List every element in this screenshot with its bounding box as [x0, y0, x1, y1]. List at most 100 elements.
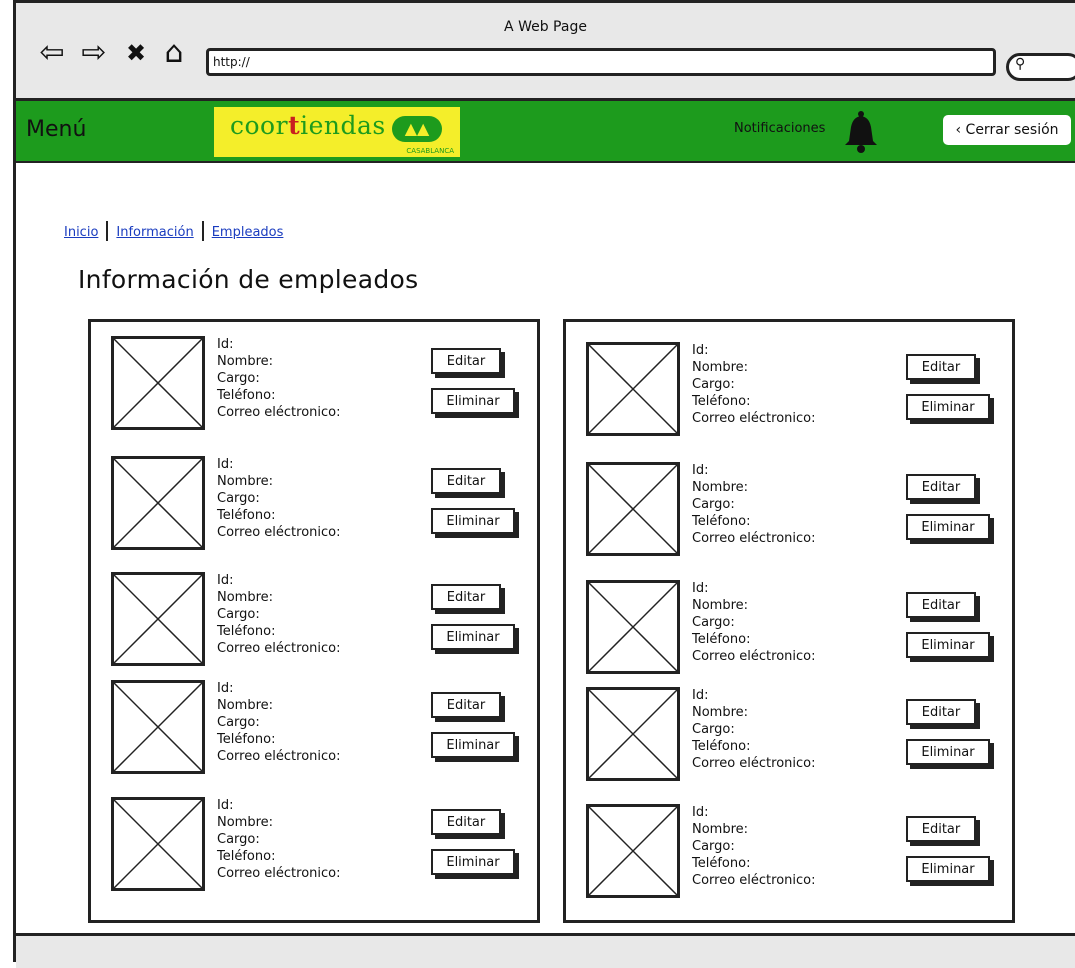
edit-button[interactable]: Editar: [906, 699, 976, 725]
menu-button[interactable]: Menú: [26, 117, 86, 142]
employee-info: Id: Nombre: Cargo: Teléfono: Correo eléc…: [692, 804, 816, 889]
field-role-label: Cargo:: [217, 371, 260, 386]
arrow-left-icon[interactable]: ⇦: [36, 37, 68, 69]
breadcrumb-informacion[interactable]: Información: [116, 225, 193, 240]
field-role-label: Cargo:: [692, 615, 735, 630]
edit-button[interactable]: Editar: [431, 809, 501, 835]
photo-placeholder: [586, 687, 680, 781]
window-title: A Web Page: [504, 19, 587, 35]
field-name-label: Nombre:: [692, 822, 749, 837]
field-email-label: Correo eléctronico:: [217, 405, 341, 420]
field-name-label: Nombre:: [692, 480, 749, 495]
field-email-label: Correo eléctronico:: [217, 866, 341, 881]
field-name-label: Nombre:: [692, 360, 749, 375]
delete-button[interactable]: Eliminar: [431, 849, 515, 875]
field-email-label: Correo eléctronico:: [692, 756, 816, 771]
field-email-label: Correo eléctronico:: [692, 531, 816, 546]
field-email-label: Correo eléctronico:: [217, 749, 341, 764]
employee-info: Id: Nombre: Cargo: Teléfono: Correo eléc…: [692, 580, 816, 665]
field-phone-label: Teléfono:: [217, 624, 276, 639]
browser-statusbar: [16, 933, 1075, 968]
tree-icon: ▲▲: [392, 116, 442, 142]
page-title: Información de empleados: [78, 265, 419, 294]
photo-placeholder: [586, 342, 680, 436]
url-input[interactable]: http://: [206, 48, 996, 76]
employee-info: Id: Nombre: Cargo: Teléfono: Correo eléc…: [217, 456, 341, 541]
field-phone-label: Teléfono:: [692, 856, 751, 871]
employee-info: Id: Nombre: Cargo: Teléfono: Correo eléc…: [692, 687, 816, 772]
bell-icon[interactable]: [841, 109, 881, 153]
field-phone-label: Teléfono:: [692, 514, 751, 529]
delete-button[interactable]: Eliminar: [431, 508, 515, 534]
delete-button[interactable]: Eliminar: [906, 394, 990, 420]
photo-placeholder: [586, 580, 680, 674]
field-name-label: Nombre:: [217, 590, 274, 605]
employee-info: Id: Nombre: Cargo: Teléfono: Correo eléc…: [217, 572, 341, 657]
field-id-label: Id:: [692, 463, 709, 478]
logo-subtext: CASABLANCA: [406, 147, 454, 155]
browser-search-input[interactable]: ⚲: [1006, 53, 1075, 81]
breadcrumb-inicio[interactable]: Inicio: [64, 225, 98, 240]
field-id-label: Id:: [217, 457, 234, 472]
field-role-label: Cargo:: [217, 491, 260, 506]
notifications-label[interactable]: Notificaciones: [734, 121, 825, 136]
field-id-label: Id:: [217, 337, 234, 352]
delete-button[interactable]: Eliminar: [906, 856, 990, 882]
arrow-right-icon[interactable]: ⇨: [78, 37, 110, 69]
field-role-label: Cargo:: [217, 607, 260, 622]
photo-placeholder: [111, 797, 205, 891]
field-name-label: Nombre:: [692, 705, 749, 720]
delete-button[interactable]: Eliminar: [431, 624, 515, 650]
field-email-label: Correo eléctronico:: [692, 873, 816, 888]
field-email-label: Correo eléctronico:: [692, 411, 816, 426]
edit-button[interactable]: Editar: [431, 348, 501, 374]
employee-info: Id: Nombre: Cargo: Teléfono: Correo eléc…: [217, 797, 341, 882]
field-role-label: Cargo:: [692, 722, 735, 737]
close-icon[interactable]: ✖: [120, 37, 152, 69]
field-phone-label: Teléfono:: [692, 739, 751, 754]
delete-button[interactable]: Eliminar: [906, 514, 990, 540]
field-name-label: Nombre:: [217, 474, 274, 489]
field-email-label: Correo eléctronico:: [217, 525, 341, 540]
field-id-label: Id:: [217, 573, 234, 588]
photo-placeholder: [111, 680, 205, 774]
brand-logo[interactable]: coortiendas ▲▲ CASABLANCA: [214, 107, 460, 157]
edit-button[interactable]: Editar: [906, 816, 976, 842]
logout-button[interactable]: ‹ Cerrar sesión: [943, 115, 1071, 145]
field-name-label: Nombre:: [217, 698, 274, 713]
field-email-label: Correo eléctronico:: [692, 649, 816, 664]
top-navbar: Menú coortiendas ▲▲ CASABLANCA Notificac…: [16, 101, 1075, 163]
field-id-label: Id:: [217, 798, 234, 813]
delete-button[interactable]: Eliminar: [906, 632, 990, 658]
home-icon[interactable]: ⌂: [158, 37, 190, 69]
employee-info: Id: Nombre: Cargo: Teléfono: Correo eléc…: [692, 462, 816, 547]
field-role-label: Cargo:: [217, 832, 260, 847]
edit-button[interactable]: Editar: [431, 468, 501, 494]
breadcrumb: Inicio Información Empleados: [64, 221, 283, 241]
edit-button[interactable]: Editar: [906, 354, 976, 380]
photo-placeholder: [111, 336, 205, 430]
field-id-label: Id:: [692, 805, 709, 820]
field-email-label: Correo eléctronico:: [217, 641, 341, 656]
photo-placeholder: [586, 804, 680, 898]
edit-button[interactable]: Editar: [906, 592, 976, 618]
delete-button[interactable]: Eliminar: [906, 739, 990, 765]
delete-button[interactable]: Eliminar: [431, 732, 515, 758]
field-role-label: Cargo:: [217, 715, 260, 730]
delete-button[interactable]: Eliminar: [431, 388, 515, 414]
field-phone-label: Teléfono:: [692, 632, 751, 647]
field-id-label: Id:: [692, 688, 709, 703]
photo-placeholder: [111, 456, 205, 550]
field-id-label: Id:: [692, 581, 709, 596]
edit-button[interactable]: Editar: [431, 584, 501, 610]
edit-button[interactable]: Editar: [906, 474, 976, 500]
employee-info: Id: Nombre: Cargo: Teléfono: Correo eléc…: [217, 336, 341, 421]
field-phone-label: Teléfono:: [217, 849, 276, 864]
photo-placeholder: [111, 572, 205, 666]
edit-button[interactable]: Editar: [431, 692, 501, 718]
browser-titlebar: A Web Page ⇦ ⇨ ✖ ⌂ http:// ⚲: [16, 3, 1075, 101]
field-role-label: Cargo:: [692, 377, 735, 392]
logo-wordmark: coortiendas: [230, 111, 386, 140]
breadcrumb-empleados[interactable]: Empleados: [212, 225, 284, 240]
field-role-label: Cargo:: [692, 839, 735, 854]
